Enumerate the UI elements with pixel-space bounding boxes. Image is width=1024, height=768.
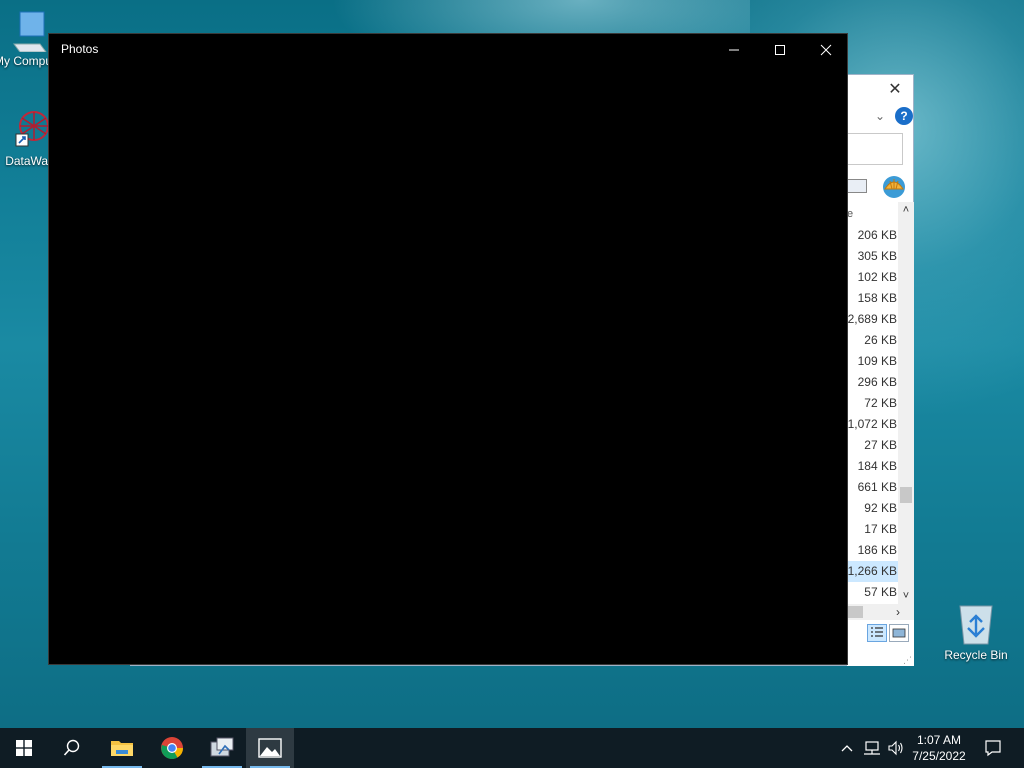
- chrome-icon: [161, 737, 183, 759]
- taskbar: 1:07 AM 7/25/2022: [0, 728, 1024, 768]
- maximize-icon: [775, 45, 785, 55]
- resize-grip[interactable]: ⋰: [903, 655, 912, 666]
- network-button[interactable]: [860, 728, 884, 768]
- chevron-down-icon: ⌄: [875, 109, 886, 123]
- volume-icon: [888, 740, 903, 756]
- photo-viewer-canvas[interactable]: [49, 66, 847, 664]
- minimize-icon: [729, 49, 739, 51]
- minimize-button[interactable]: [711, 34, 757, 66]
- network-icon: [864, 741, 880, 755]
- search-button[interactable]: [48, 728, 96, 768]
- maximize-button[interactable]: [757, 34, 803, 66]
- close-icon: ✕: [888, 81, 902, 98]
- taskbar-setup-wizard[interactable]: [198, 728, 246, 768]
- clock-date: 7/25/2022: [912, 749, 966, 763]
- recycle-bin-icon: [959, 605, 993, 645]
- show-hidden-icons-button[interactable]: [836, 728, 858, 768]
- windows-logo-icon: [16, 740, 32, 756]
- desktop-icon-label: Recycle Bin: [944, 648, 1008, 662]
- details-view-button[interactable]: [867, 624, 887, 642]
- preview-pane-icon[interactable]: [847, 179, 867, 193]
- taskbar-photos[interactable]: [246, 728, 294, 768]
- taskbar-chrome[interactable]: [148, 728, 196, 768]
- large-icons-view-button[interactable]: [889, 624, 909, 642]
- details-view-icon: [871, 627, 883, 637]
- vertical-scrollbar[interactable]: ˄ ˅: [898, 202, 914, 604]
- chevron-up-icon: [841, 745, 853, 752]
- explorer-close-button[interactable]: ✕: [883, 79, 907, 101]
- search-icon: [63, 739, 80, 756]
- datawag-icon: [15, 111, 49, 147]
- window-title: Photos: [61, 42, 99, 56]
- close-icon: [820, 44, 832, 56]
- computer-icon: [13, 11, 47, 52]
- close-button[interactable]: [803, 34, 849, 66]
- notification-icon: [985, 740, 1001, 757]
- clock[interactable]: 1:07 AM 7/25/2022: [904, 728, 974, 768]
- action-center-button[interactable]: [978, 728, 1008, 768]
- start-button[interactable]: [0, 728, 48, 768]
- large-icons-view-icon: [892, 628, 906, 638]
- ribbon-expand-button[interactable]: ⌄: [875, 109, 885, 123]
- horizontal-scrollbar[interactable]: ›: [847, 604, 914, 620]
- help-icon: ?: [900, 109, 908, 123]
- photos-window[interactable]: Photos: [48, 33, 848, 665]
- scroll-up-icon[interactable]: ˄: [898, 202, 914, 218]
- shell-icon[interactable]: [881, 173, 907, 199]
- help-button[interactable]: ?: [895, 107, 913, 125]
- search-input[interactable]: [847, 133, 903, 165]
- photos-icon: [258, 738, 282, 758]
- scroll-down-icon[interactable]: ˅: [898, 588, 914, 604]
- scroll-right-icon[interactable]: ›: [896, 604, 900, 620]
- scroll-thumb[interactable]: [900, 487, 912, 503]
- horizontal-scroll-thumb[interactable]: [847, 606, 863, 618]
- folder-icon: [111, 741, 133, 756]
- desktop-icon-recycle-bin[interactable]: Recycle Bin: [940, 600, 1012, 662]
- clock-time: 1:07 AM: [916, 733, 962, 747]
- wizard-icon: [210, 737, 234, 757]
- taskbar-file-explorer[interactable]: [98, 728, 146, 768]
